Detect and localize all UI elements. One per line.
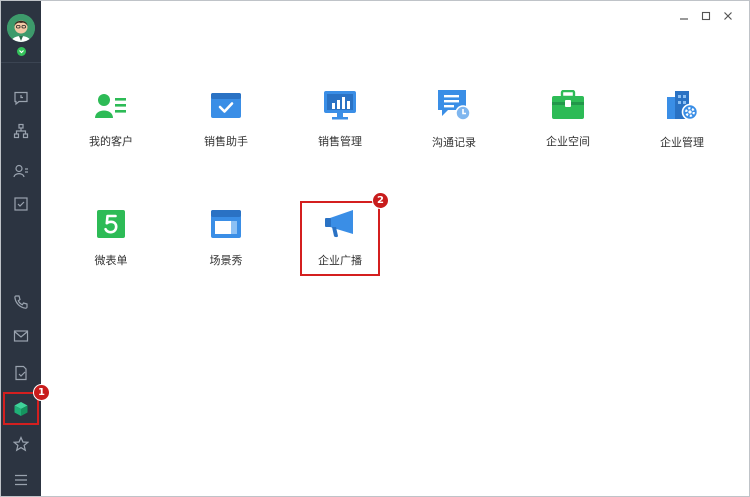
window-controls bbox=[673, 7, 739, 25]
app-label: 企业空间 bbox=[546, 135, 590, 148]
app-label: 场景秀 bbox=[209, 254, 243, 267]
sidebar-item-org[interactable] bbox=[1, 114, 41, 148]
app-tile-sales-assistant[interactable]: 销售助手 bbox=[186, 79, 266, 149]
sidebar bbox=[1, 1, 41, 496]
close-icon bbox=[724, 12, 732, 20]
app-label: 我的客户 bbox=[89, 135, 133, 148]
sidebar-item-favorites[interactable] bbox=[1, 427, 41, 461]
calendar-check-icon bbox=[209, 89, 243, 120]
sidebar-divider bbox=[1, 62, 41, 63]
customer-card-icon bbox=[94, 89, 128, 120]
app-tile-scene-show[interactable]: 场景秀 bbox=[186, 198, 266, 268]
star-icon bbox=[13, 436, 29, 452]
chat-record-icon bbox=[437, 89, 471, 121]
hamburger-icon bbox=[15, 474, 27, 486]
org-chart-icon bbox=[13, 123, 29, 139]
app-tile-micro-form[interactable]: 微表单 bbox=[71, 198, 151, 268]
sidebar-item-messages[interactable] bbox=[1, 81, 41, 115]
close-button[interactable] bbox=[717, 7, 739, 25]
highlight-box bbox=[300, 201, 380, 276]
app-tile-my-customers[interactable]: 我的客户 bbox=[71, 79, 151, 149]
sidebar-item-menu[interactable] bbox=[1, 463, 41, 497]
app-label: 销售助手 bbox=[204, 135, 248, 148]
app-label: 沟通记录 bbox=[432, 136, 476, 149]
app-tile-enterprise-space[interactable]: 企业空间 bbox=[528, 79, 608, 149]
monitor-chart-icon bbox=[323, 89, 357, 120]
chat-clock-icon bbox=[14, 91, 28, 106]
maximize-button[interactable] bbox=[695, 7, 717, 25]
app-window: 1 我的客户 销售助手 销售管理 沟通记录 企业空间 企业管理 微表单 场景秀 … bbox=[0, 0, 750, 497]
sidebar-item-tasks[interactable] bbox=[1, 187, 41, 221]
sidebar-item-contacts[interactable] bbox=[1, 154, 41, 188]
app-label: 企业管理 bbox=[660, 136, 704, 149]
minimize-icon bbox=[680, 18, 688, 20]
mail-icon bbox=[13, 330, 29, 342]
minimize-button[interactable] bbox=[673, 7, 695, 25]
app-tile-sales-management[interactable]: 销售管理 bbox=[300, 79, 380, 149]
app-tile-communication-records[interactable]: 沟通记录 bbox=[414, 79, 494, 149]
form-five-icon bbox=[94, 208, 128, 239]
phone-icon bbox=[14, 295, 28, 309]
user-avatar[interactable] bbox=[7, 14, 35, 42]
sidebar-item-document[interactable] bbox=[1, 356, 41, 390]
app-label: 微表单 bbox=[94, 254, 128, 267]
app-label: 销售管理 bbox=[318, 135, 362, 148]
contact-list-icon bbox=[13, 164, 28, 178]
maximize-icon bbox=[701, 11, 711, 21]
step-1-badge: 1 bbox=[33, 384, 50, 401]
step-2-badge: 2 bbox=[372, 192, 389, 209]
sidebar-item-phone[interactable] bbox=[1, 285, 41, 319]
briefcase-icon bbox=[551, 89, 585, 120]
building-gear-icon bbox=[665, 89, 699, 121]
scene-window-icon bbox=[209, 208, 243, 239]
sidebar-item-mail[interactable] bbox=[1, 319, 41, 353]
cube-icon bbox=[14, 401, 28, 416]
app-tile-enterprise-management[interactable]: 企业管理 bbox=[642, 79, 722, 149]
document-icon bbox=[15, 365, 27, 381]
status-chevron-down-icon[interactable] bbox=[17, 47, 26, 56]
checkbox-icon bbox=[14, 197, 28, 211]
